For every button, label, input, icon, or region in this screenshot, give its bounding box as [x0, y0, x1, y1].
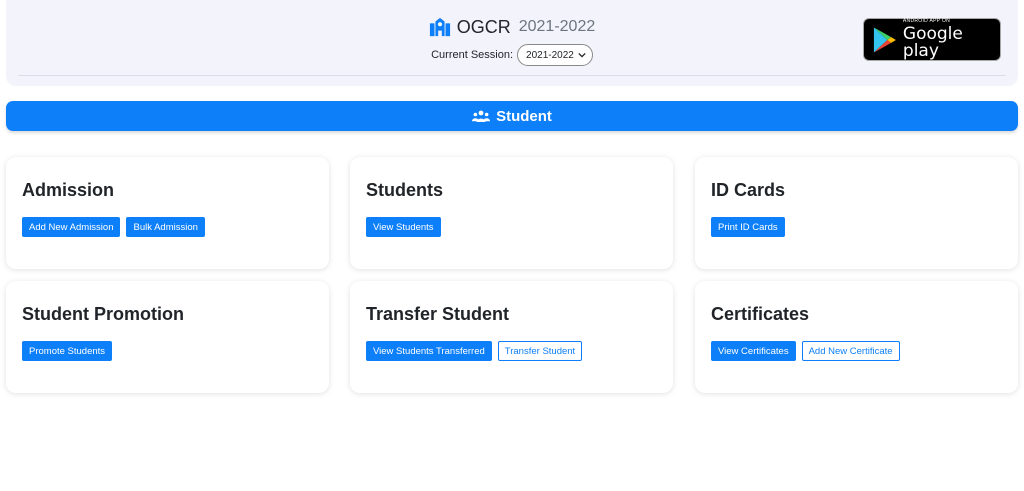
badge-big-text: Google play — [902, 24, 963, 61]
view-students-transferred-button[interactable]: View Students Transferred — [366, 341, 492, 361]
session-select[interactable]: 2021-2022 — [517, 44, 593, 66]
card-title: Student Promotion — [22, 304, 184, 324]
card-certificates: Certificates View Certificates Add New C… — [695, 281, 1018, 393]
view-students-button[interactable]: View Students — [366, 217, 441, 237]
card-title: ID Cards — [711, 180, 786, 200]
card-admission: Admission Add New Admission Bulk Admissi… — [6, 157, 329, 269]
google-play-badge[interactable]: ANDROID APP ON Google play — [863, 18, 1001, 61]
session-label: Current Session: — [431, 49, 514, 61]
view-certificates-button[interactable]: View Certificates — [711, 341, 796, 361]
card-title: Admission — [22, 180, 115, 200]
users-icon — [472, 110, 491, 122]
google-play-icon — [873, 27, 896, 52]
card-title: Certificates — [711, 304, 810, 324]
card-id-cards: ID Cards Print ID Cards — [695, 157, 1018, 269]
add-new-certificate-button[interactable]: Add New Certificate — [801, 341, 900, 361]
header-divider — [18, 75, 1006, 76]
section-title: Student — [496, 107, 552, 125]
card-title: Transfer Student — [366, 304, 510, 324]
chevron-down-icon — [578, 52, 586, 58]
app-name: OGCR — [456, 16, 511, 37]
card-transfer-student: Transfer Student View Students Transferr… — [350, 281, 673, 393]
school-building-icon — [429, 17, 450, 37]
card-title: Students — [366, 180, 444, 200]
top-header: OGCR 2021-2022 Current Session: 2021-202… — [6, 0, 1018, 86]
promote-students-button[interactable]: Promote Students — [22, 341, 113, 361]
transfer-student-button[interactable]: Transfer Student — [497, 341, 583, 361]
card-student-promotion: Student Promotion Promote Students — [6, 281, 329, 393]
add-new-admission-button[interactable]: Add New Admission — [22, 217, 121, 237]
print-id-cards-button[interactable]: Print ID Cards — [711, 217, 785, 237]
card-students: Students View Students — [350, 157, 673, 269]
section-bar-student: Student — [6, 101, 1018, 131]
bulk-admission-button[interactable]: Bulk Admission — [126, 217, 205, 237]
session-value: 2021-2022 — [526, 49, 574, 61]
app-year: 2021-2022 — [518, 18, 596, 35]
